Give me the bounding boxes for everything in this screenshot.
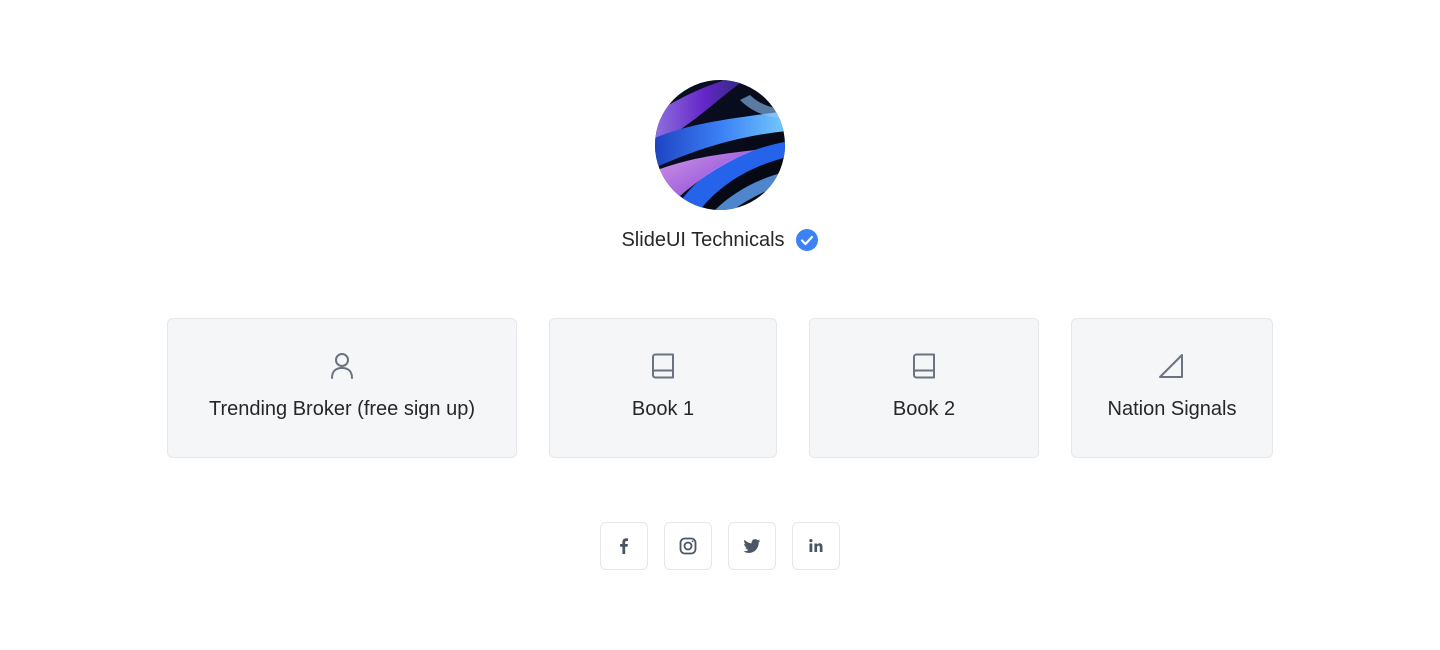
avatar [655, 80, 785, 210]
user-icon [331, 353, 353, 379]
signal-icon [1159, 354, 1183, 378]
link-card-book-2[interactable]: Book 2 [809, 318, 1039, 458]
profile-name: SlideUI Technicals [621, 228, 785, 251]
twitter-button[interactable] [728, 522, 776, 570]
verified-check-icon [795, 229, 818, 251]
facebook-icon [620, 538, 628, 554]
linkedin-button[interactable] [792, 522, 840, 570]
book-icon [652, 353, 674, 379]
profile-name-row: SlideUI Technicals [0, 226, 1440, 254]
facebook-button[interactable] [600, 522, 648, 570]
link-card-label: Book 1 [631, 398, 695, 420]
link-card-book-1[interactable]: Book 1 [549, 318, 777, 458]
link-card-label: Nation Signals [1107, 398, 1237, 420]
instagram-icon [679, 537, 697, 555]
link-card-trending-broker[interactable]: Trending Broker (free sign up) [167, 318, 517, 458]
link-card-label: Book 2 [892, 398, 956, 420]
book-icon [913, 353, 935, 379]
link-card-nation-signals[interactable]: Nation Signals [1071, 318, 1273, 458]
link-card-label: Trending Broker (free sign up) [208, 398, 476, 420]
twitter-icon [743, 539, 761, 553]
link-in-bio-page: SlideUI Technicals Trending Broker (free… [0, 0, 1440, 650]
instagram-button[interactable] [664, 522, 712, 570]
linkedin-icon [809, 539, 823, 552]
